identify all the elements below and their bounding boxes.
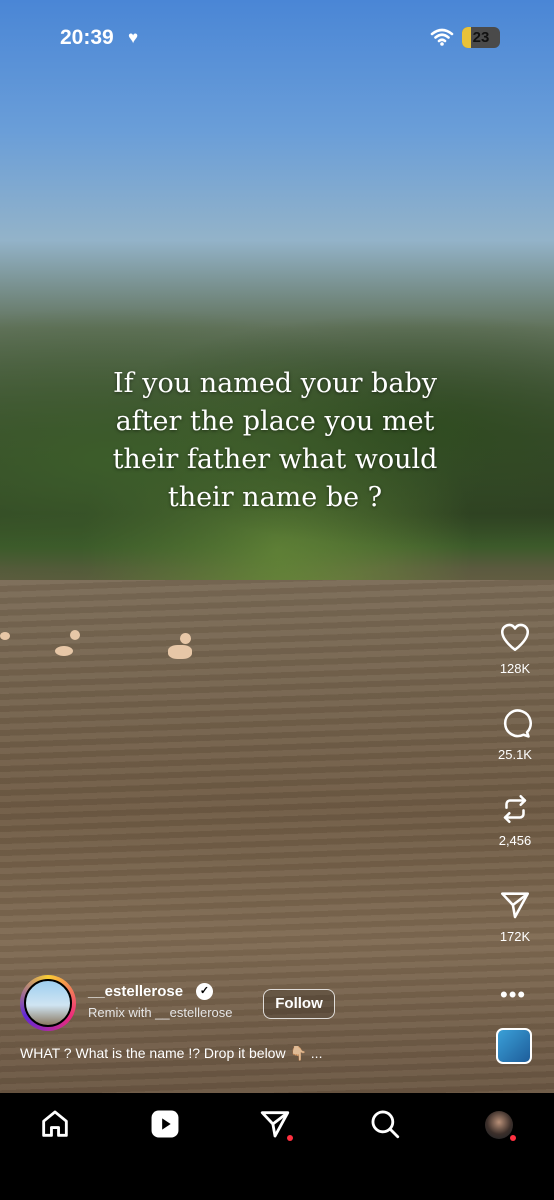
like-count: 128K bbox=[499, 661, 531, 676]
reels-tab[interactable] bbox=[148, 1107, 184, 1143]
follow-button[interactable]: Follow bbox=[263, 989, 335, 1019]
avatar[interactable] bbox=[20, 975, 76, 1031]
reel-screen: If you named your baby after the place y… bbox=[0, 0, 554, 1200]
remix-label[interactable]: Remix with __estellerose bbox=[88, 1005, 233, 1020]
repost-icon bbox=[503, 794, 527, 824]
verified-badge-icon: ✓ bbox=[196, 983, 213, 1000]
swimmer bbox=[168, 645, 192, 659]
share-button[interactable]: 172K bbox=[490, 888, 540, 944]
more-options-icon[interactable]: ••• bbox=[500, 982, 526, 1008]
comment-button[interactable]: 25.1K bbox=[490, 706, 540, 762]
send-icon bbox=[500, 892, 530, 919]
reel-caption[interactable]: WHAT ? What is the name !? Drop it below… bbox=[20, 1045, 322, 1062]
swimmer bbox=[180, 633, 191, 644]
home-icon bbox=[42, 1110, 68, 1137]
swimmer bbox=[55, 646, 73, 656]
swimmer bbox=[0, 632, 10, 640]
profile-avatar[interactable] bbox=[485, 1111, 513, 1139]
status-bar: 20:39 ♥ 23 bbox=[0, 22, 554, 56]
author-username[interactable]: __estellerose bbox=[88, 983, 183, 1000]
share-count: 172K bbox=[499, 929, 531, 944]
like-button[interactable]: 128K bbox=[490, 620, 540, 676]
swimmer bbox=[70, 630, 80, 640]
wifi-icon bbox=[430, 27, 454, 52]
comment-count: 25.1K bbox=[498, 747, 532, 762]
battery-icon: 23 bbox=[462, 27, 500, 48]
search-tab[interactable] bbox=[368, 1107, 404, 1143]
audio-thumbnail[interactable] bbox=[496, 1028, 532, 1064]
direct-messages-tab[interactable] bbox=[258, 1107, 294, 1143]
video-overlay-text: If you named your baby after the place y… bbox=[112, 368, 438, 513]
status-time: 20:39 bbox=[60, 26, 114, 49]
notification-dot bbox=[287, 1135, 293, 1141]
battery-level: 23 bbox=[472, 29, 490, 46]
bottom-nav bbox=[0, 1093, 554, 1200]
profile-notification-dot bbox=[510, 1135, 516, 1141]
author-row: __estellerose ✓ Remix with __estellerose… bbox=[20, 975, 490, 1035]
repost-count: 2,456 bbox=[498, 833, 532, 848]
reels-icon bbox=[151, 1110, 179, 1138]
search-icon bbox=[371, 1110, 400, 1139]
heart-icon bbox=[500, 623, 530, 652]
avatar-image bbox=[24, 979, 72, 1027]
repost-button[interactable]: 2,456 bbox=[490, 792, 540, 848]
heart-icon: ♥ bbox=[128, 28, 139, 47]
home-tab[interactable] bbox=[38, 1107, 74, 1143]
comment-icon bbox=[503, 709, 532, 738]
reel-video[interactable]: If you named your baby after the place y… bbox=[0, 0, 554, 1093]
